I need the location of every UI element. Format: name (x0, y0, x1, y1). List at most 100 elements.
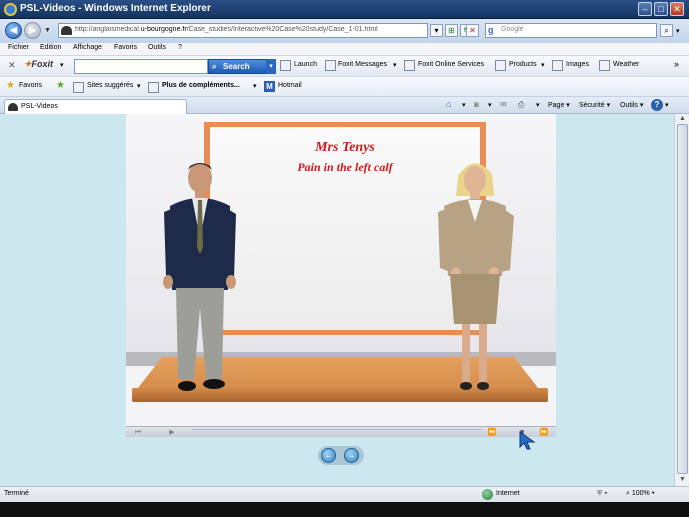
tools-menu[interactable]: Outils ▾ (620, 101, 643, 109)
search-placeholder: Google (501, 26, 524, 33)
images-button[interactable]: Images (566, 61, 589, 68)
stop-icon[interactable]: ✕ (466, 24, 479, 37)
status-bar: Terminé Internet ⛨ ▾ ⌕ 100% ▾ (0, 486, 689, 502)
patient-avatar (438, 163, 514, 390)
doctor-avatar (163, 163, 236, 391)
site-favicon-icon (61, 26, 72, 35)
next-slide-button[interactable]: → (344, 448, 359, 463)
menu-edit[interactable]: Edition (40, 44, 61, 51)
rewind-icon[interactable]: ⏪ (486, 428, 498, 437)
tab-psl-videos[interactable]: PSL-Videos (4, 99, 187, 115)
maximize-button[interactable]: □ (654, 2, 668, 16)
suggested-sites-button[interactable]: Sites suggérés (87, 82, 133, 89)
address-input[interactable]: http://anglaismedical.u-bourgogne.fr/Cas… (58, 23, 428, 38)
launch-button[interactable]: Launch (294, 61, 317, 68)
hotmail-icon: M (264, 81, 275, 92)
minimize-button[interactable]: – (638, 2, 652, 16)
security-menu[interactable]: Sécurité ▾ (579, 101, 610, 109)
protected-mode-icon[interactable]: ⛨ ▾ (597, 490, 608, 498)
help-dropdown-icon[interactable]: ▾ (665, 101, 669, 109)
scroll-down-icon[interactable]: ▼ (678, 476, 687, 484)
scrollbar-thumb[interactable] (677, 124, 688, 474)
more-addons-dropdown-icon[interactable]: ▾ (253, 82, 257, 90)
zoom-value: 100% (631, 490, 650, 497)
recent-pages-dropdown-icon[interactable]: ▼ (44, 27, 51, 34)
home-dropdown-icon[interactable]: ▾ (462, 101, 466, 109)
foxit-messages-button[interactable]: Foxit Messages (338, 61, 387, 68)
favorites-button[interactable]: Favoris (19, 82, 42, 89)
add-favorites-icon[interactable]: ★ (56, 80, 65, 91)
cursor-arrow-icon (519, 431, 536, 450)
online-services-icon (404, 60, 415, 71)
security-zone: Internet (496, 490, 520, 497)
fast-forward-icon[interactable]: ⏩ (538, 428, 550, 437)
skip-start-icon[interactable]: ⏮ (132, 428, 144, 437)
weather-icon (599, 60, 610, 71)
tab-bar: PSL-Videos ⌂ ▾ ◙ ▾ ✉ ⎙ ▾ Page ▾ Sécurité… (0, 96, 689, 115)
foxit-toolbar: ✕ ✦Foxit ▾ ⌕ Search ▾ Launch Foxit Messa… (0, 55, 689, 76)
search-icon[interactable]: ⌕ (660, 24, 673, 37)
search-options-icon[interactable]: ▾ (676, 27, 680, 35)
print-dropdown-icon[interactable]: ▾ (536, 101, 540, 109)
status-text: Terminé (4, 490, 29, 497)
search-input[interactable]: g Google (485, 23, 657, 38)
forward-button[interactable]: ▶ (24, 22, 41, 39)
case-title: Mrs Tenys (315, 140, 375, 155)
foxit-menu-icon[interactable]: ▾ (60, 61, 64, 69)
feeds-icon[interactable]: ◙ (474, 100, 479, 109)
menu-view[interactable]: Affichage (73, 44, 102, 51)
video-progress-track[interactable] (192, 429, 482, 435)
favorites-star-icon: ★ (6, 80, 15, 91)
foxit-logo-icon: ✦ (24, 59, 32, 69)
favorites-bar: ★ Favoris ★ Sites suggérés ▾ Plus de com… (0, 76, 689, 96)
close-toolbar-icon[interactable]: ✕ (8, 60, 16, 71)
products-button[interactable]: Products (509, 61, 537, 68)
address-dropdown-icon[interactable]: ▾ (430, 24, 443, 37)
menu-help[interactable]: ? (178, 44, 182, 51)
video-player[interactable]: Mrs Tenys Pain in the left calf (126, 114, 556, 426)
weather-button[interactable]: Weather (613, 61, 639, 68)
images-icon (552, 60, 563, 71)
help-icon[interactable]: ? (651, 99, 663, 111)
foxit-search-button[interactable]: ⌕ Search (208, 59, 274, 74)
magnifier-icon: ⌕ (212, 62, 217, 71)
products-icon (495, 60, 506, 71)
suggested-sites-dropdown-icon[interactable]: ▾ (137, 82, 141, 90)
url-domain: u-bourgogne.fr (140, 26, 187, 33)
home-icon[interactable]: ⌂ (446, 99, 451, 109)
foxit-search-label: Search (223, 62, 250, 71)
menu-tools[interactable]: Outils (148, 44, 166, 51)
address-toolbar: ◀ ▶ ▼ http://anglaismedical.u-bourgogne.… (0, 19, 689, 43)
products-dropdown-icon[interactable]: ▾ (541, 61, 545, 69)
foxit-search-dropdown-icon[interactable]: ▾ (266, 59, 276, 74)
close-button[interactable]: ✕ (670, 2, 684, 16)
toolbar-overflow-icon[interactable]: » (674, 59, 679, 69)
foxit-online-services-button[interactable]: Foxit Online Services (418, 61, 484, 68)
foxit-search-input[interactable] (74, 59, 208, 74)
play-button[interactable]: ▶ (166, 428, 178, 437)
internet-zone-icon (482, 489, 493, 500)
tab-favicon-icon (8, 103, 18, 111)
menu-bar: Fichier Edition Affichage Favoris Outils… (0, 43, 689, 55)
page-menu[interactable]: Page ▾ (548, 101, 570, 109)
previous-slide-button[interactable]: ← (321, 448, 336, 463)
address-url: http://anglaismedical.u-bourgogne.fr/Cas… (75, 26, 415, 33)
ie-logo-icon (4, 3, 17, 16)
more-addons-button[interactable]: Plus de compléments... (162, 82, 240, 89)
menu-favorites[interactable]: Favoris (114, 44, 137, 51)
scroll-up-icon[interactable]: ▲ (678, 115, 687, 123)
compatibility-view-icon[interactable]: ⊞ (445, 24, 458, 37)
mail-icon[interactable]: ✉ (500, 100, 507, 109)
url-prefix: http://anglaismedical. (75, 26, 141, 33)
foxit-messages-dropdown-icon[interactable]: ▾ (393, 61, 397, 69)
back-button[interactable]: ◀ (5, 22, 22, 39)
title-bar: PSL-Videos - Windows Internet Explorer –… (0, 0, 689, 19)
menu-file[interactable]: Fichier (8, 44, 29, 51)
foxit-brand: ✦Foxit (24, 59, 53, 70)
print-icon[interactable]: ⎙ (518, 100, 524, 110)
vertical-scrollbar[interactable]: ▲ ▼ (674, 114, 689, 486)
feeds-dropdown-icon[interactable]: ▾ (488, 101, 492, 109)
zoom-level[interactable]: ⌕ 100% ▾ (626, 490, 655, 498)
hotmail-link[interactable]: Hotmail (278, 82, 302, 89)
suggested-sites-icon (73, 82, 84, 93)
